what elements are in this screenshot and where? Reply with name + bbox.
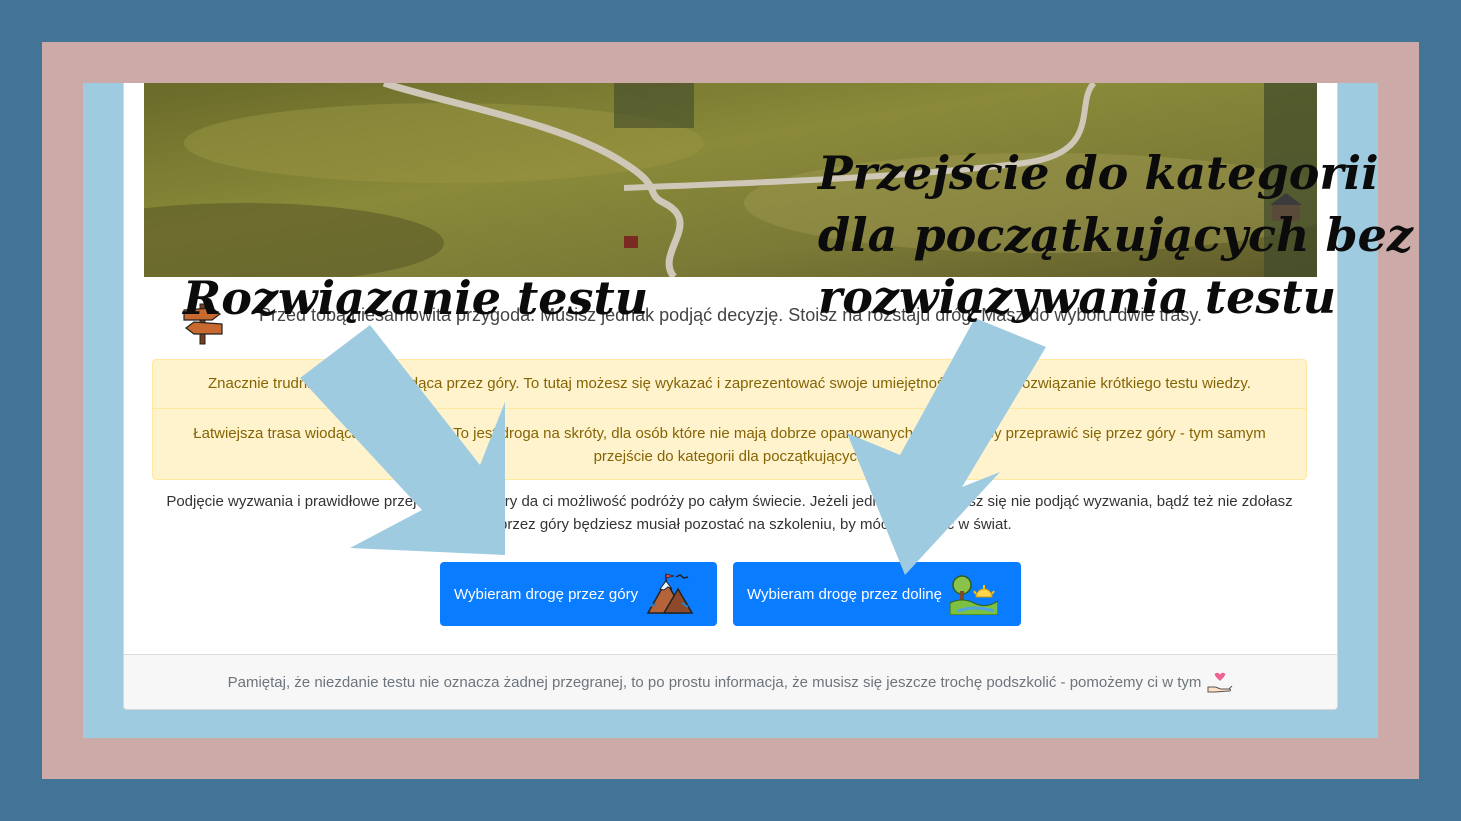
challenge-note: Podjęcie wyzwania i prawidłowe przejście…: [166, 493, 1293, 533]
choose-valley-button[interactable]: Wybieram drogę przez dolinę: [733, 562, 1021, 626]
annotation-solve-test: Rozwiązanie testu: [183, 271, 649, 325]
helping-hand-heart-icon: [1207, 672, 1233, 692]
valley-route-description: Łatwiejsza trasa wiodąca przez dolinę. T…: [193, 425, 1266, 465]
routes-alert: Znacznie trudniejsza trasa wiodąca przez…: [152, 359, 1307, 480]
choose-mountains-label: Wybieram drogę przez góry: [454, 585, 639, 603]
footer-text: Pamiętaj, że niezdanie testu nie oznacza…: [227, 674, 1202, 691]
mountain-route-description: Znacznie trudniejsza trasa wiodąca przez…: [208, 375, 1251, 392]
choose-valley-label: Wybieram drogę przez dolinę: [747, 585, 942, 603]
annotation-skip-test: Przejście do kategorii dla początkującyc…: [818, 146, 1414, 324]
alert-divider: [153, 408, 1306, 409]
valley-icon: [949, 575, 998, 615]
mountain-icon: [646, 573, 694, 614]
footer: Pamiętaj, że niezdanie testu nie oznacza…: [124, 654, 1337, 709]
choose-mountains-button[interactable]: Wybieram drogę przez góry: [440, 562, 717, 626]
